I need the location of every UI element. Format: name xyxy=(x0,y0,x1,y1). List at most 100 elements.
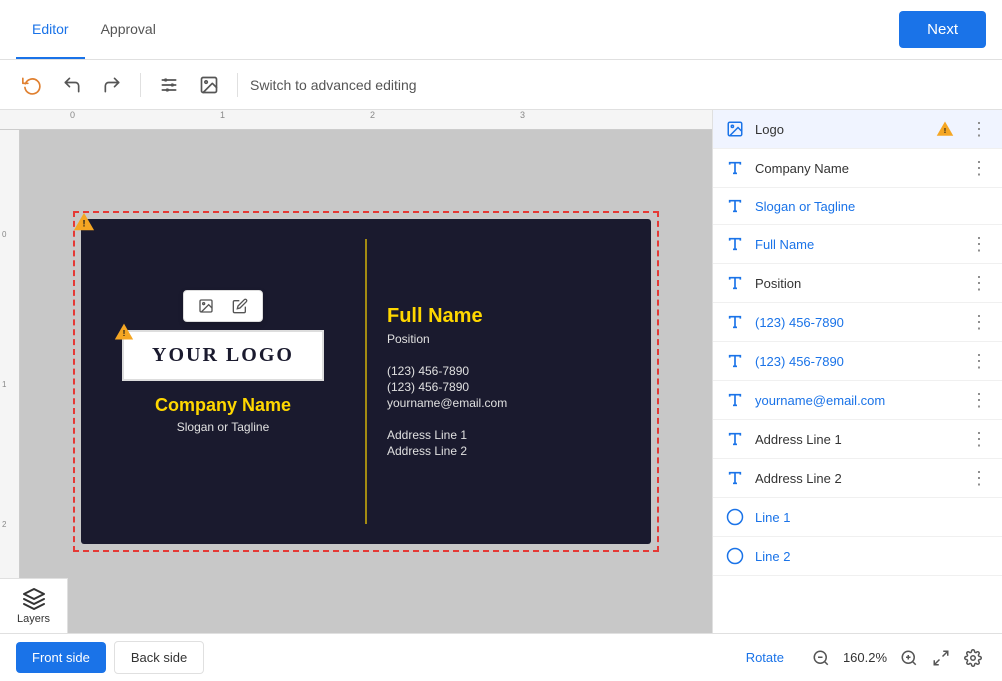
rotate-button[interactable]: Rotate xyxy=(746,650,784,665)
image-button[interactable] xyxy=(193,69,225,101)
layer-text-icon-1 xyxy=(725,160,745,176)
image-edit-icon xyxy=(198,298,214,314)
card-address2[interactable]: Address Line 2 xyxy=(387,444,631,458)
logo-image-edit-button[interactable] xyxy=(192,296,220,316)
settings-button[interactable] xyxy=(960,645,986,671)
layer-item-company-name[interactable]: Company Name ⋮ xyxy=(713,149,1002,188)
back-side-button[interactable]: Back side xyxy=(114,641,204,674)
card-address1[interactable]: Address Line 1 xyxy=(387,428,631,442)
undo-history-button[interactable] xyxy=(16,69,48,101)
layer-item-line2[interactable]: Line 2 xyxy=(713,537,1002,576)
layer-item-phone1[interactable]: (123) 456-7890 ⋮ xyxy=(713,303,1002,342)
text-type-icon-5 xyxy=(727,314,743,330)
main-content: 0 1 2 3 0 1 2 ! xyxy=(0,110,1002,633)
card-slogan[interactable]: Slogan or Tagline xyxy=(177,420,270,434)
text-type-icon-4 xyxy=(727,275,743,291)
front-side-button[interactable]: Front side xyxy=(16,642,106,673)
svg-text:!: ! xyxy=(123,328,126,338)
logo-area: ! YOUR LOGO xyxy=(122,330,324,381)
canvas-area: 0 1 2 3 0 1 2 ! xyxy=(0,110,712,633)
image-icon xyxy=(199,75,219,95)
tab-approval[interactable]: Approval xyxy=(85,0,172,59)
card-phone1[interactable]: (123) 456-7890 xyxy=(387,364,631,378)
layer-item-line1[interactable]: Line 1 xyxy=(713,498,1002,537)
redo-button[interactable] xyxy=(96,69,128,101)
card-position[interactable]: Position xyxy=(387,332,631,346)
card-email[interactable]: yourname@email.com xyxy=(387,396,631,410)
fit-screen-button[interactable] xyxy=(928,645,954,671)
layer-full-name-more[interactable]: ⋮ xyxy=(968,235,990,253)
card-phone2[interactable]: (123) 456-7890 xyxy=(387,380,631,394)
svg-text:!: ! xyxy=(82,219,85,229)
layer-phone1-more[interactable]: ⋮ xyxy=(968,313,990,331)
layer-logo-more[interactable]: ⋮ xyxy=(968,120,990,138)
layer-item-logo[interactable]: Logo ! ⋮ xyxy=(713,110,1002,149)
layers-button[interactable]: Layers xyxy=(0,578,68,633)
bottom-bar: Front side Back side Rotate 160.2% xyxy=(0,633,1002,681)
warning-icon: ! xyxy=(936,120,954,138)
layer-text-icon-6 xyxy=(725,353,745,369)
layer-item-phone2[interactable]: (123) 456-7890 ⋮ xyxy=(713,342,1002,381)
history-icon xyxy=(22,75,42,95)
tab-editor[interactable]: Editor xyxy=(16,0,85,59)
ruler-mark-1: 1 xyxy=(220,110,225,120)
layer-line1-label: Line 1 xyxy=(755,510,990,525)
logo-pencil-edit-button[interactable] xyxy=(226,296,254,316)
header: Editor Approval Next xyxy=(0,0,1002,60)
toolbar-separator-2 xyxy=(237,73,238,97)
card-full-name[interactable]: Full Name xyxy=(387,305,631,328)
text-type-icon-9 xyxy=(727,470,743,486)
zoom-out-button[interactable] xyxy=(808,645,834,671)
layer-address1-more[interactable]: ⋮ xyxy=(968,430,990,448)
right-panel: Logo ! ⋮ Company Name ⋮ xyxy=(712,110,1002,633)
layer-line2-label: Line 2 xyxy=(755,549,990,564)
logo-box[interactable]: YOUR LOGO xyxy=(122,330,324,381)
layer-item-full-name[interactable]: Full Name ⋮ xyxy=(713,225,1002,264)
pencil-icon xyxy=(232,298,248,314)
card-left: ! YOUR LOGO Company Name Slogan or Tagli… xyxy=(81,219,365,544)
layer-text-icon-7 xyxy=(725,392,745,408)
layer-slogan-label: Slogan or Tagline xyxy=(755,199,990,214)
zoom-level: 160.2% xyxy=(840,650,890,665)
layer-phone1-label: (123) 456-7890 xyxy=(755,315,958,330)
layer-position-label: Position xyxy=(755,276,958,291)
toolbar-separator-1 xyxy=(140,73,141,97)
adjust-button[interactable] xyxy=(153,69,185,101)
layer-address2-more[interactable]: ⋮ xyxy=(968,469,990,487)
layer-position-more[interactable]: ⋮ xyxy=(968,274,990,292)
card-divider xyxy=(365,239,367,524)
layer-image-icon xyxy=(725,120,745,138)
toolbar: Switch to advanced editing xyxy=(0,60,1002,110)
layer-text-icon-4 xyxy=(725,275,745,291)
layer-text-icon-2 xyxy=(725,198,745,214)
card-warning-corner: ! xyxy=(73,211,95,233)
layer-email-more[interactable]: ⋮ xyxy=(968,391,990,409)
layers-stack-icon xyxy=(22,587,46,611)
layer-text-icon-5 xyxy=(725,314,745,330)
layer-address2-label: Address Line 2 xyxy=(755,471,958,486)
ruler-mark-2: 2 xyxy=(370,110,375,120)
layer-item-email[interactable]: yourname@email.com ⋮ xyxy=(713,381,1002,420)
layer-item-position[interactable]: Position ⋮ xyxy=(713,264,1002,303)
fit-screen-icon xyxy=(932,649,950,667)
layer-company-name-more[interactable]: ⋮ xyxy=(968,159,990,177)
layers-label: Layers xyxy=(17,613,50,625)
layer-phone2-more[interactable]: ⋮ xyxy=(968,352,990,370)
text-type-icon xyxy=(727,160,743,176)
layer-item-slogan[interactable]: Slogan or Tagline xyxy=(713,188,1002,225)
logo-warning-triangle-icon: ! xyxy=(114,322,134,342)
ruler-top: 0 1 2 3 xyxy=(0,110,712,130)
next-button[interactable]: Next xyxy=(899,11,986,48)
layer-item-address2[interactable]: Address Line 2 ⋮ xyxy=(713,459,1002,498)
layer-item-address1[interactable]: Address Line 1 ⋮ xyxy=(713,420,1002,459)
undo-icon xyxy=(62,75,82,95)
ruler-mark-v1: 1 xyxy=(2,380,6,389)
undo-button[interactable] xyxy=(56,69,88,101)
zoom-in-button[interactable] xyxy=(896,645,922,671)
layer-shape-icon-1 xyxy=(725,508,745,526)
layer-text-icon-8 xyxy=(725,431,745,447)
advanced-editing-label[interactable]: Switch to advanced editing xyxy=(250,77,417,93)
card-company-name[interactable]: Company Name xyxy=(155,395,291,416)
sliders-icon xyxy=(159,75,179,95)
layer-email-label: yourname@email.com xyxy=(755,393,958,408)
